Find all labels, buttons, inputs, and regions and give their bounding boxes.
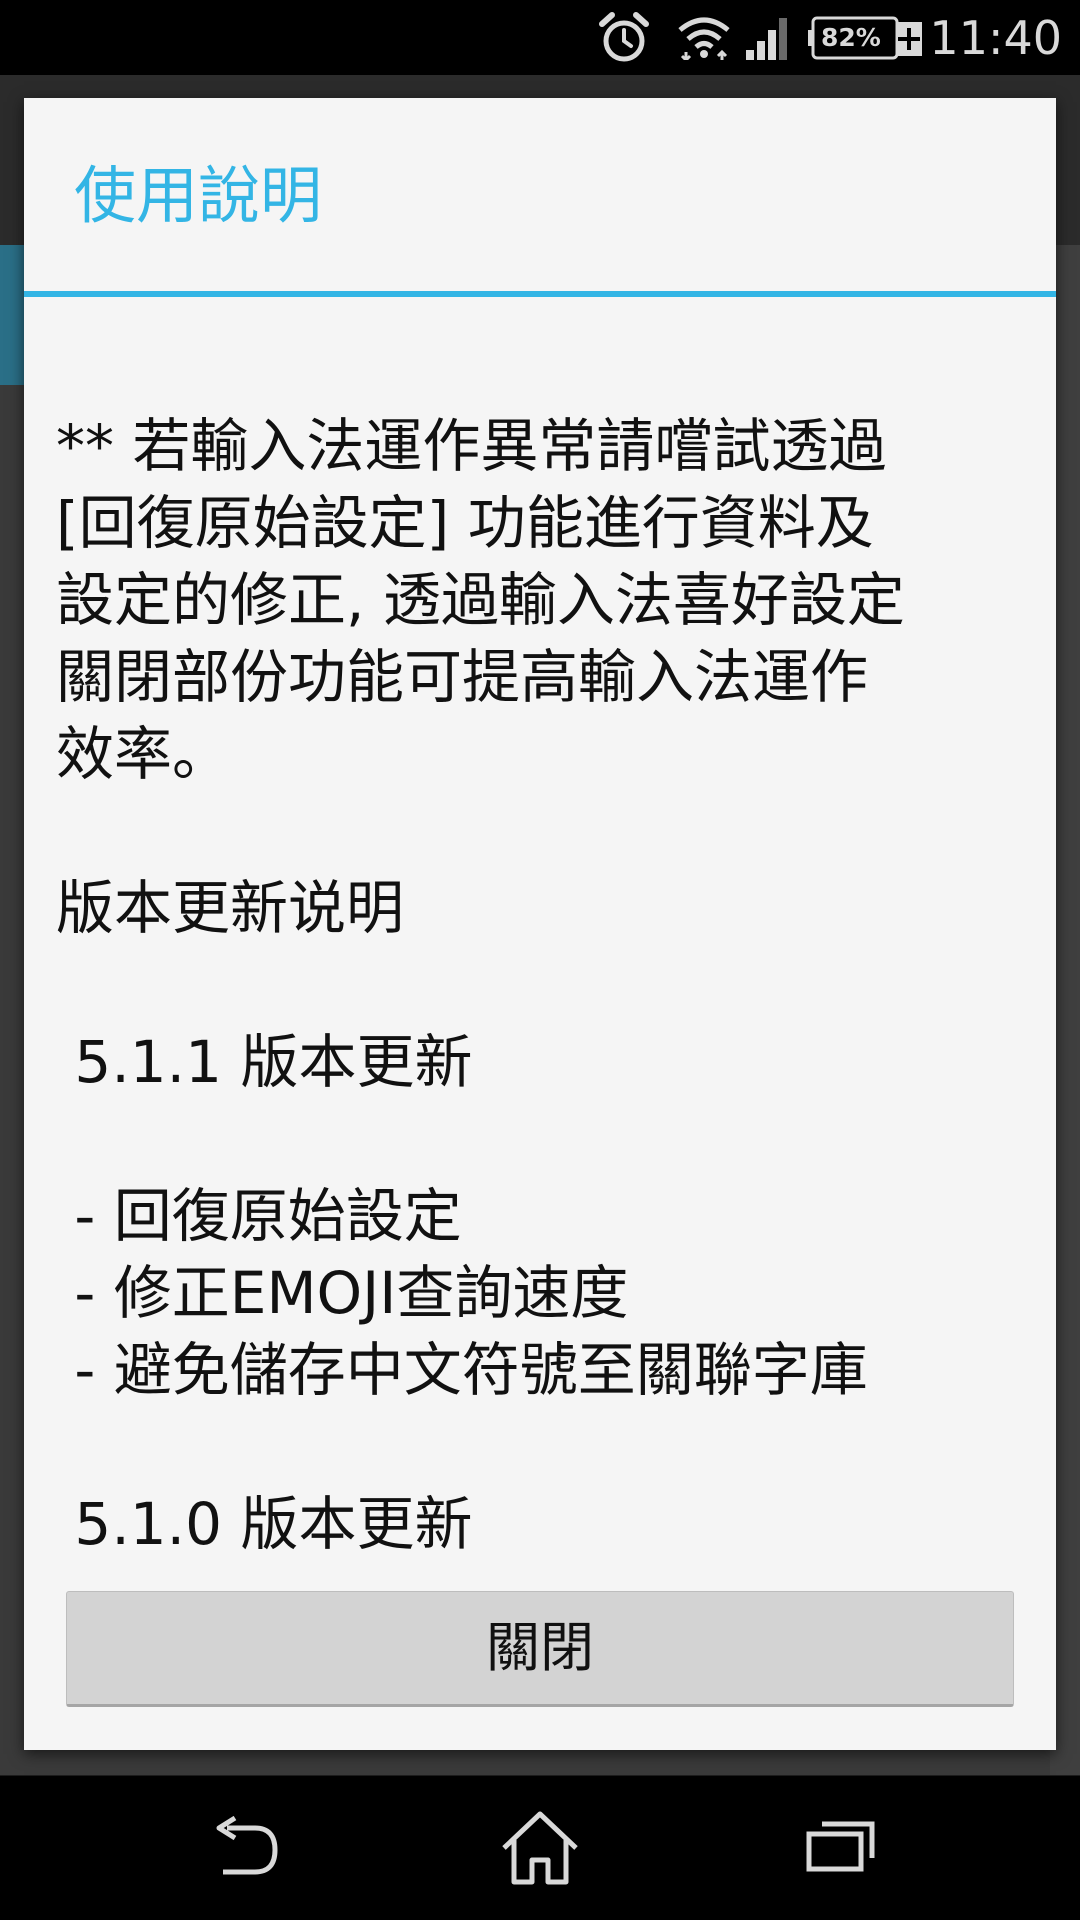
instructions-dialog: 使用說明 ** 若輸入法運作異常請嚐試透過 [回復原始設定] 功能進行資料及 設…	[24, 98, 1056, 1750]
wifi-icon	[678, 16, 730, 64]
dialog-title: 使用說明	[74, 159, 323, 232]
back-icon[interactable]	[205, 1815, 281, 1884]
content-line: 效率。	[56, 720, 231, 788]
content-line: 設定的修正, 透過輸入法喜好設定	[56, 566, 905, 634]
title-divider	[24, 291, 1056, 297]
recent-apps-icon[interactable]	[806, 1818, 876, 1876]
status-bar: 82% 11:40	[0, 0, 1080, 75]
content-line: ** 若輸入法運作異常請嚐試透過	[56, 412, 887, 480]
navigation-bar	[0, 1776, 1080, 1920]
signal-icon	[744, 16, 792, 64]
battery-charging-icon: 82%	[808, 16, 922, 60]
battery-percent: 82%	[821, 23, 881, 52]
version-heading: 5.1.0 版本更新	[56, 1490, 473, 1558]
screen: 82% 11:40 使用說明 ** 若輸入法運作異常請嚐試透過 [回復原始設定]…	[0, 0, 1080, 1920]
content-line: 關閉部份功能可提高輸入法運作	[56, 643, 869, 711]
status-time: 11:40	[929, 11, 1062, 65]
content-line: [回復原始設定] 功能進行資料及	[56, 489, 874, 557]
dialog-scroll-content[interactable]: ** 若輸入法運作異常請嚐試透過 [回復原始設定] 功能進行資料及 設定的修正,…	[56, 408, 1036, 1663]
changelog-item: - 修正EMOJI查詢速度	[56, 1259, 629, 1327]
alarm-icon	[598, 12, 650, 68]
version-heading: 5.1.1 版本更新	[56, 1028, 473, 1096]
close-button[interactable]: 關閉	[66, 1591, 1014, 1707]
changelog-item: - 回復原始設定	[56, 1182, 462, 1250]
home-icon[interactable]	[500, 1810, 580, 1890]
changelog-heading: 版本更新说明	[56, 874, 405, 942]
changelog-item: - 避免儲存中文符號至關聯字庫	[56, 1336, 868, 1404]
